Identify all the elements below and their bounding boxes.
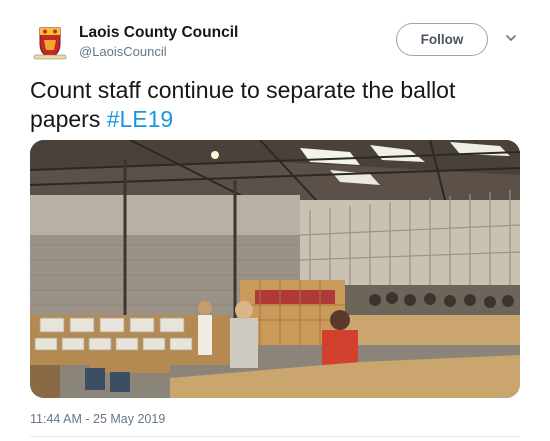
- tweet-text: Count staff continue to separate the bal…: [30, 76, 520, 134]
- tweet-body: Count staff continue to separate the bal…: [30, 77, 456, 132]
- tweet-card: Laois County Council @LaoisCouncil Follo…: [0, 0, 550, 441]
- hashtag-link[interactable]: #LE19: [107, 106, 174, 132]
- tweet-timestamp[interactable]: 11:44 AM - 25 May 2019: [30, 412, 165, 426]
- tweet-photo[interactable]: [30, 140, 520, 398]
- council-crest-icon: [30, 22, 70, 62]
- account-names: Laois County Council @LaoisCouncil: [79, 23, 238, 60]
- more-options-button[interactable]: [504, 31, 518, 45]
- chevron-down-icon: [506, 35, 516, 41]
- avatar[interactable]: [30, 22, 70, 62]
- follow-button[interactable]: Follow: [396, 23, 488, 56]
- display-name[interactable]: Laois County Council: [79, 23, 238, 42]
- divider: [30, 436, 520, 437]
- tweet-header: Laois County Council @LaoisCouncil Follo…: [30, 20, 530, 64]
- count-hall-photo: [30, 140, 520, 398]
- account-handle[interactable]: @LaoisCouncil: [79, 43, 238, 60]
